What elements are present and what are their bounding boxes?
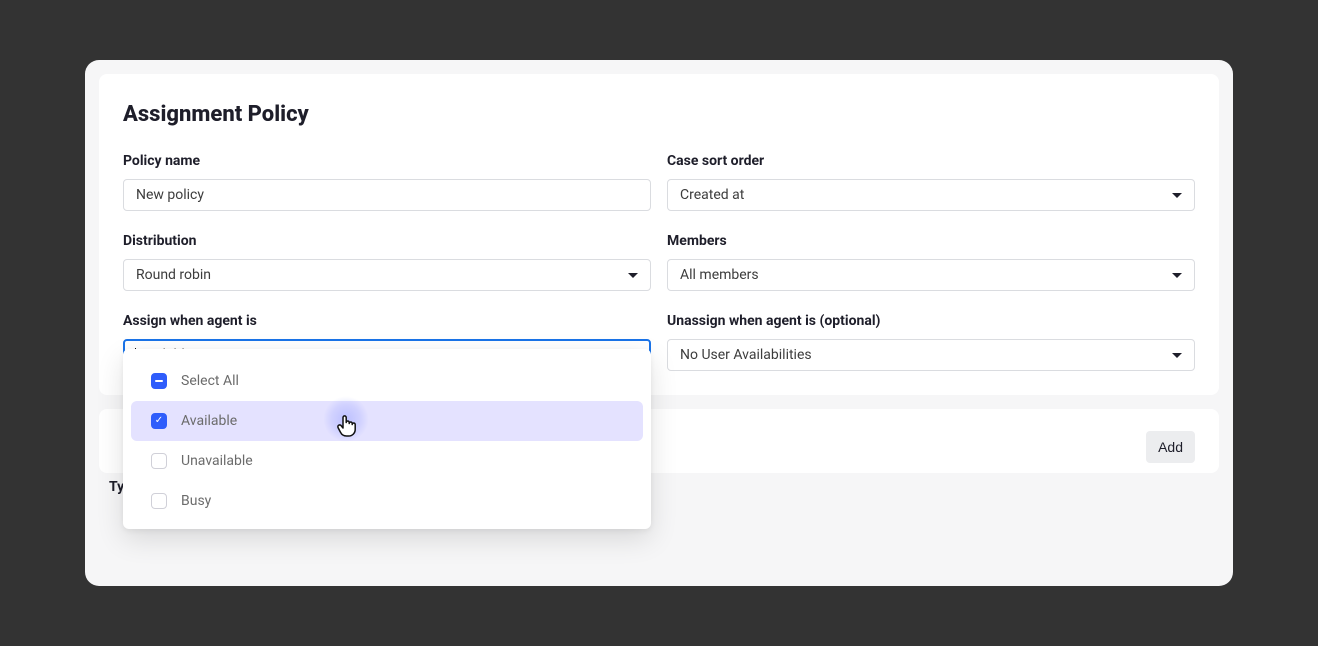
- policy-name-label: Policy name: [123, 153, 651, 169]
- modal-card: Assignment Policy Policy name New policy…: [85, 60, 1233, 586]
- click-halo: [323, 396, 369, 442]
- members-select[interactable]: All members: [667, 259, 1195, 291]
- form-card: Assignment Policy Policy name New policy…: [99, 74, 1219, 395]
- caret-down-icon: [1172, 353, 1182, 358]
- option-label: Available: [181, 413, 237, 429]
- option-label: Unavailable: [181, 453, 253, 469]
- policy-name-input[interactable]: New policy: [123, 179, 651, 211]
- members-label: Members: [667, 233, 1195, 249]
- distribution-field: Distribution Round robin: [123, 233, 651, 291]
- distribution-select[interactable]: Round robin: [123, 259, 651, 291]
- checkbox-checked-icon: ✓: [151, 413, 167, 429]
- pointer-cursor-icon: [336, 413, 358, 443]
- caret-down-icon: [628, 273, 638, 278]
- case-sort-order-label: Case sort order: [667, 153, 1195, 169]
- assign-when-dropdown: Select All ✓ Available: [123, 349, 651, 529]
- option-label: Busy: [181, 493, 211, 509]
- distribution-label: Distribution: [123, 233, 651, 249]
- caret-down-icon: [1172, 193, 1182, 198]
- option-select-all[interactable]: Select All: [131, 361, 643, 401]
- caret-down-icon: [1172, 273, 1182, 278]
- page-title: Assignment Policy: [123, 102, 1195, 127]
- form-grid: Policy name New policy Case sort order C…: [123, 153, 1195, 371]
- assign-when-field: Assign when agent is Available Select Al…: [123, 313, 651, 371]
- add-button[interactable]: Add: [1146, 431, 1195, 463]
- option-unavailable[interactable]: Unavailable: [131, 441, 643, 481]
- policy-name-field: Policy name New policy: [123, 153, 651, 211]
- unassign-when-value: No User Availabilities: [680, 347, 812, 363]
- case-sort-order-field: Case sort order Created at: [667, 153, 1195, 211]
- checkbox-empty-icon: [151, 493, 167, 509]
- case-sort-order-select[interactable]: Created at: [667, 179, 1195, 211]
- distribution-value: Round robin: [136, 267, 211, 283]
- unassign-when-select[interactable]: No User Availabilities: [667, 339, 1195, 371]
- checkbox-empty-icon: [151, 453, 167, 469]
- policy-name-value: New policy: [136, 187, 204, 203]
- members-value: All members: [680, 267, 759, 283]
- case-sort-order-value: Created at: [680, 187, 744, 203]
- checkbox-indeterminate-icon: [151, 373, 167, 389]
- unassign-when-label: Unassign when agent is (optional): [667, 313, 1195, 329]
- assign-when-label: Assign when agent is: [123, 313, 651, 329]
- members-field: Members All members: [667, 233, 1195, 291]
- option-busy[interactable]: Busy: [131, 481, 643, 521]
- unassign-when-field: Unassign when agent is (optional) No Use…: [667, 313, 1195, 371]
- option-label: Select All: [181, 373, 239, 389]
- option-available[interactable]: ✓ Available: [131, 401, 643, 441]
